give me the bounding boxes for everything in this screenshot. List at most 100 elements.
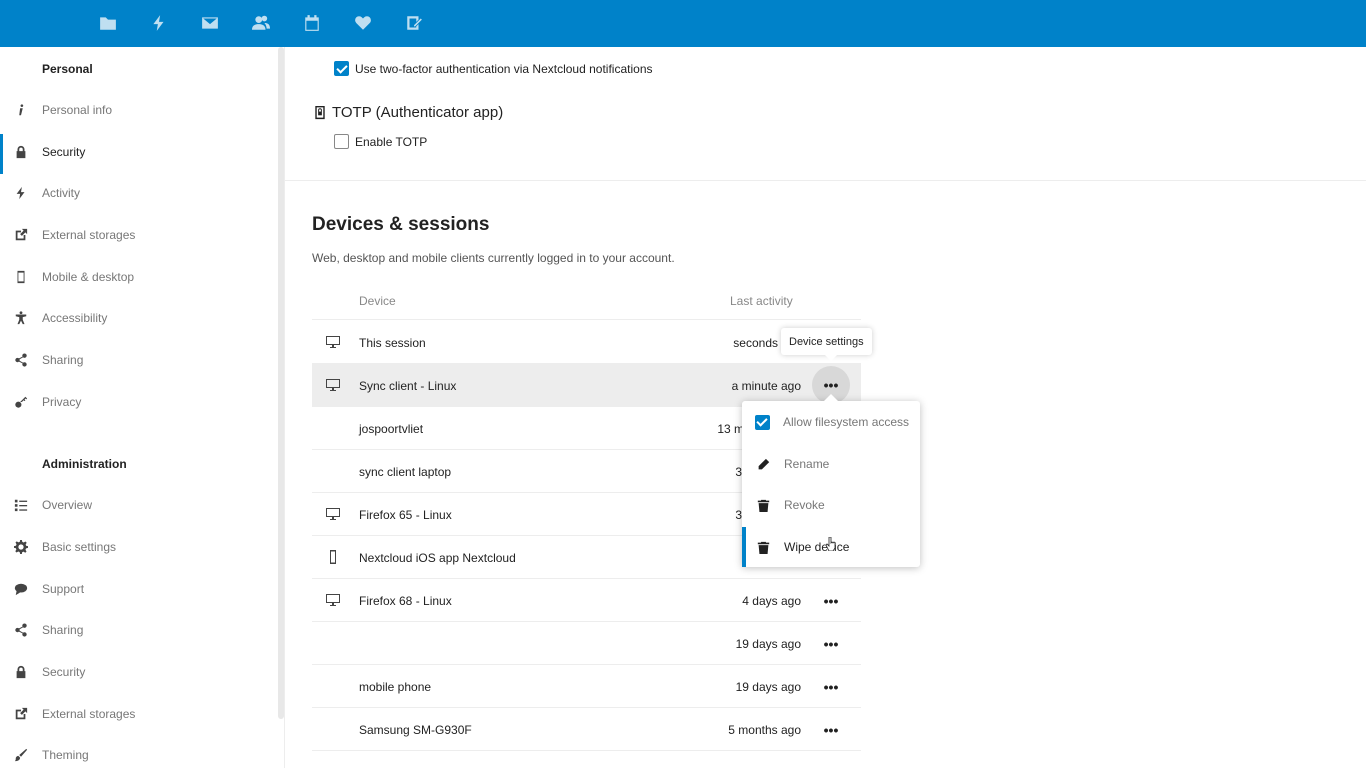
table-row: This session seconds [312, 321, 861, 364]
sidebar-item-external-storages[interactable]: External storages [0, 215, 278, 255]
sidebar-item-label: Security [42, 665, 86, 679]
table-row: 19 days ago ••• [312, 622, 861, 665]
sidebar-item-label: Activity [42, 186, 81, 200]
sidebar-item-label: Security [42, 145, 86, 159]
lock-icon [0, 145, 42, 159]
enable-totp-label: Enable TOTP [355, 135, 428, 149]
sidebar-item-support[interactable]: Support [0, 569, 278, 609]
device-last-activity: 13 m [717, 422, 744, 436]
section-divider [285, 180, 1366, 181]
sidebar-item-security[interactable]: Security [0, 132, 278, 174]
sidebar-item-overview[interactable]: Overview [0, 485, 278, 525]
activity-icon [0, 186, 42, 200]
sidebar-item-label: Theming [42, 748, 89, 762]
sidebar-item-admin-external-storages[interactable]: External storages [0, 694, 278, 734]
device-last-activity: 4 days ago [742, 594, 801, 608]
device-settings-button[interactable]: ••• [812, 630, 850, 658]
device-settings-button[interactable]: ••• [812, 716, 850, 744]
sidebar-item-label: Privacy [42, 395, 82, 409]
phone-lock-icon [314, 105, 326, 120]
key-icon [0, 395, 42, 409]
device-name: Samsung SM-G930F [359, 723, 472, 737]
accessibility-icon [0, 311, 42, 325]
external-link-icon [0, 228, 42, 242]
device-name: jospoortvliet [359, 422, 424, 436]
device-last-activity: 3 [735, 465, 742, 479]
device-settings-button[interactable]: ••• [812, 587, 850, 615]
calendar-icon[interactable] [301, 12, 323, 34]
column-device: Device [359, 294, 396, 308]
sidebar-item-label: Sharing [42, 353, 84, 367]
contacts-icon[interactable] [250, 12, 272, 34]
list-icon [0, 498, 42, 512]
enable-totp-checkbox[interactable] [334, 134, 349, 149]
sidebar-item-mobile-desktop[interactable]: Mobile & desktop [0, 257, 278, 297]
sidebar-item-personal-info[interactable]: Personal info [0, 90, 278, 130]
menu-item-label: Allow filesystem access [783, 415, 910, 429]
device-settings-tooltip: Device settings [781, 328, 872, 361]
administration-heading: Administration [42, 457, 127, 471]
sidebar-item-privacy[interactable]: Privacy [0, 382, 278, 422]
lock-icon [0, 665, 42, 679]
sidebar-item-basic-settings[interactable]: Basic settings [0, 527, 278, 567]
device-name: Nextcloud iOS app Nextcloud [359, 551, 516, 565]
sidebar-item-label: Overview [42, 498, 93, 512]
device-last-activity: 19 days ago [735, 680, 801, 694]
favorites-icon[interactable] [352, 12, 374, 34]
settings-sidebar: Personal Personal info Security Activity… [0, 47, 278, 768]
menu-item-allow-filesystem[interactable]: Allow filesystem access [742, 402, 920, 442]
device-name: mobile phone [359, 680, 432, 694]
menu-item-revoke[interactable]: Revoke [742, 485, 920, 525]
sidebar-item-accessibility[interactable]: Accessibility [0, 298, 278, 338]
sidebar-item-theming[interactable]: Theming [0, 735, 278, 768]
personal-heading: Personal [42, 62, 93, 76]
device-name: Firefox 68 - Linux [359, 594, 452, 608]
menu-item-rename[interactable]: Rename [742, 444, 920, 484]
share-icon [0, 353, 42, 367]
sidebar-item-activity[interactable]: Activity [0, 173, 278, 213]
device-last-activity: 3 [735, 508, 742, 522]
sidebar-item-admin-sharing[interactable]: Sharing [0, 610, 278, 650]
sidebar-item-label: Basic settings [42, 540, 117, 554]
device-name: sync client laptop [359, 465, 452, 479]
sidebar-item-admin-security[interactable]: Security [0, 652, 278, 692]
sidebar-divider [284, 47, 285, 768]
allow-filesystem-checkbox[interactable] [755, 414, 770, 430]
device-name: Sync client - Linux [359, 379, 457, 393]
table-row: Firefox 68 - Linux 4 days ago ••• [312, 579, 861, 622]
info-icon [0, 103, 42, 117]
share-icon [0, 623, 42, 637]
notifications-2fa-checkbox[interactable] [334, 61, 349, 76]
menu-item-label: Revoke [784, 498, 825, 512]
sidebar-item-sharing[interactable]: Sharing [0, 340, 278, 380]
mouse-cursor-icon [826, 537, 836, 551]
sidebar-item-label: Accessibility [42, 311, 108, 325]
monitor-icon [325, 593, 341, 607]
sidebar-item-label: Support [42, 582, 85, 596]
sidebar-item-label: External storages [42, 228, 136, 242]
sidebar-item-label: External storages [42, 707, 136, 721]
activity-icon[interactable] [148, 12, 170, 34]
files-icon[interactable] [97, 12, 119, 34]
menu-item-label: Wipe device [784, 540, 850, 554]
device-last-activity: 5 months ago [728, 723, 801, 737]
sidebar-item-label: Mobile & desktop [42, 270, 135, 284]
device-last-activity: seconds [733, 336, 778, 350]
table-row: Samsung SM-G930F 5 months ago ••• [312, 708, 861, 751]
device-last-activity: a minute ago [731, 379, 801, 393]
speech-bubble-icon [0, 582, 42, 596]
phone-icon [325, 550, 341, 564]
trash-icon [742, 499, 784, 512]
mail-icon[interactable] [199, 12, 221, 34]
sidebar-item-label: Sharing [42, 623, 84, 637]
pencil-icon [742, 458, 784, 471]
notifications-2fa-label: Use two-factor authentication via Nextcl… [355, 62, 653, 76]
device-settings-button[interactable]: ••• [812, 673, 850, 701]
devices-sessions-description: Web, desktop and mobile clients currentl… [312, 251, 675, 265]
gear-icon [0, 540, 42, 554]
notes-icon[interactable] [403, 12, 425, 34]
monitor-icon [325, 378, 341, 392]
top-header [0, 0, 1366, 47]
device-name: Firefox 65 - Linux [359, 508, 452, 522]
external-link-icon [0, 707, 42, 721]
